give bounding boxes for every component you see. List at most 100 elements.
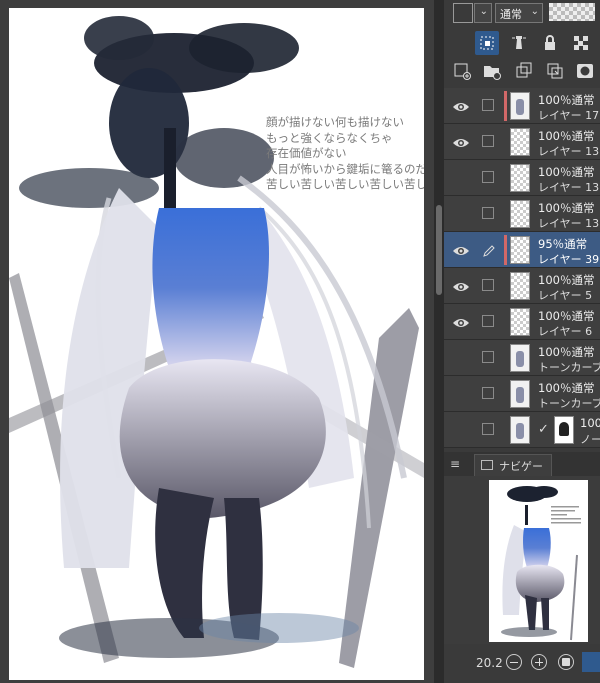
layer-panel: ⌄ 通常 ⌄ 100％通常 レイヤー 17 100％通常 レイヤー 13 100… — [444, 0, 600, 683]
layer-edit-checkbox[interactable] — [482, 315, 494, 327]
layer-edit-checkbox[interactable] — [482, 423, 494, 435]
minus-icon — [510, 661, 518, 663]
layer-edit-checkbox[interactable] — [482, 135, 494, 147]
mask-thumbnail — [554, 416, 574, 444]
layer-edit-checkbox[interactable] — [482, 99, 494, 111]
new-raster-layer-icon[interactable] — [450, 59, 474, 83]
layer-thumbnail — [510, 416, 530, 444]
layer-row[interactable]: 100％通常トーンカーブ 1 2 — [444, 376, 600, 412]
stop-icon — [562, 658, 570, 666]
blend-mode-dropdown[interactable]: 通常 ⌄ — [495, 3, 543, 23]
layer-opacity-mode: 100％通常 — [538, 165, 595, 179]
layer-name: レイヤー 5 — [538, 289, 593, 302]
layer-row[interactable]: 100％通常レイヤー 13 のコ — [444, 160, 600, 196]
canvas-vertical-scrollbar[interactable] — [434, 0, 444, 683]
layer-row[interactable]: 100％通常トーンカーブ 1 の — [444, 340, 600, 376]
eye-icon[interactable] — [452, 171, 470, 185]
layer-row[interactable]: 95％通常レイヤー 39 — [444, 232, 600, 268]
layer-opacity-mode: 100％通常 — [538, 129, 595, 143]
layer-opacity-mode: 100％通常 — [538, 273, 595, 287]
panel-menu-icon[interactable]: ≡ — [450, 457, 460, 471]
layer-opacity-mode: 100％通常 — [538, 201, 595, 215]
eye-icon[interactable] — [452, 315, 470, 329]
layer-thumbnail — [510, 128, 530, 156]
layer-opacity-mode: 100％通常 — [538, 345, 595, 359]
layer-thumbnail — [510, 236, 530, 264]
layer-row[interactable]: ✓ 100 ノー — [444, 412, 600, 448]
eye-icon[interactable] — [452, 207, 470, 221]
pencil-icon[interactable] — [482, 243, 495, 257]
layer-toolbar-bottom — [444, 56, 600, 86]
layer-opacity-mode: 100 — [580, 416, 600, 430]
eye-icon[interactable] — [452, 423, 470, 437]
eye-icon[interactable] — [452, 135, 470, 149]
layer-edit-checkbox[interactable] — [482, 171, 494, 183]
text-line: 存在価値がない — [266, 146, 347, 160]
clipping-indicator — [504, 235, 507, 265]
mask-icon[interactable] — [573, 59, 597, 83]
layer-thumbnail — [510, 164, 530, 192]
layer-edit-checkbox[interactable] — [482, 351, 494, 363]
layer-row[interactable]: 100％通常レイヤー 17 の — [444, 88, 600, 124]
layer-name: レイヤー 6 — [538, 325, 593, 338]
fit-view-button[interactable] — [558, 654, 574, 670]
layer-thumbnail — [510, 344, 530, 372]
artwork-canvas[interactable]: 顔が描けない何も描けない もっと強くならなくちゃ 存在価値がない 人目が怖いから… — [9, 8, 424, 680]
layer-edit-checkbox[interactable] — [482, 387, 494, 399]
eye-icon[interactable] — [452, 99, 470, 113]
layer-name: ノー — [580, 433, 600, 446]
layer-name: レイヤー 39 — [538, 253, 600, 266]
lighthouse-icon[interactable] — [507, 31, 531, 55]
navigator-option-button[interactable] — [582, 652, 600, 672]
check-icon: ✓ — [538, 422, 549, 437]
eye-icon[interactable] — [452, 243, 470, 257]
text-line: 苦しい苦しい苦しい苦しい苦しい — [266, 177, 424, 191]
layer-row[interactable]: 100％通常 レイヤー 5 — [444, 268, 600, 304]
text-line: 顔が描けない何も描けない — [266, 115, 404, 129]
lock-icon[interactable] — [538, 31, 562, 55]
layer-row[interactable]: 100％通常レイヤー 13 の — [444, 124, 600, 160]
blend-mode-label: 通常 — [500, 8, 522, 21]
layer-name: レイヤー 13 のコ — [538, 181, 600, 194]
layer-name: トーンカーブ 1 2 — [538, 397, 600, 410]
copy-layer-icon[interactable] — [512, 59, 536, 83]
layer-list: 100％通常レイヤー 17 の100％通常レイヤー 13 の100％通常レイヤー… — [444, 88, 600, 452]
layer-thumbnail — [510, 272, 530, 300]
canvas-area[interactable]: 顔が描けない何も描けない もっと強くならなくちゃ 存在価値がない 人目が怖いから… — [0, 0, 435, 683]
navigator-preview[interactable] — [489, 480, 588, 642]
navigator-icon — [481, 460, 493, 470]
text-line: 人目が怖いから鍵垢に篭るのだ — [266, 161, 424, 176]
layer-row[interactable]: 100％通常レイヤー 13 のコ — [444, 196, 600, 232]
navigator-thumbnail — [501, 486, 581, 641]
color-dropdown[interactable]: ⌄ — [474, 3, 492, 23]
layer-name: トーンカーブ 1 の — [538, 361, 600, 374]
layer-edit-checkbox[interactable] — [482, 279, 494, 291]
scrollbar-thumb[interactable] — [436, 205, 442, 295]
clipping-indicator — [504, 91, 507, 121]
layer-select-icon[interactable] — [475, 31, 499, 55]
layer-name: レイヤー 17 の — [538, 109, 600, 122]
layer-row[interactable]: 100％通常 レイヤー 6 — [444, 304, 600, 340]
eye-icon[interactable] — [452, 387, 470, 401]
lock-transparency-icon[interactable] — [569, 31, 593, 55]
zoom-in-button[interactable] — [531, 654, 547, 670]
navigator-header: ≡ ナビゲーター — [444, 452, 600, 489]
layer-toolbar-top — [444, 28, 600, 58]
new-folder-icon[interactable] — [480, 59, 504, 83]
opacity-slider[interactable] — [549, 3, 595, 21]
plus-icon-vertical — [538, 658, 540, 666]
eye-icon[interactable] — [452, 351, 470, 365]
layer-thumbnail — [510, 200, 530, 228]
merge-layer-icon[interactable] — [543, 59, 567, 83]
layer-property-bar: ⌄ 通常 ⌄ — [444, 0, 600, 28]
navigator-body[interactable] — [444, 476, 600, 644]
layer-name: レイヤー 13 のコ — [538, 217, 600, 230]
layer-edit-checkbox[interactable] — [482, 207, 494, 219]
layer-opacity-mode: 100％通常 — [538, 93, 595, 107]
eye-icon[interactable] — [452, 279, 470, 293]
layer-opacity-mode: 95％通常 — [538, 237, 588, 251]
chevron-down-icon: ⌄ — [479, 6, 488, 17]
zoom-out-button[interactable] — [506, 654, 522, 670]
tab-navigator[interactable]: ナビゲーター — [474, 454, 552, 489]
layer-color-swatch[interactable] — [453, 3, 473, 23]
